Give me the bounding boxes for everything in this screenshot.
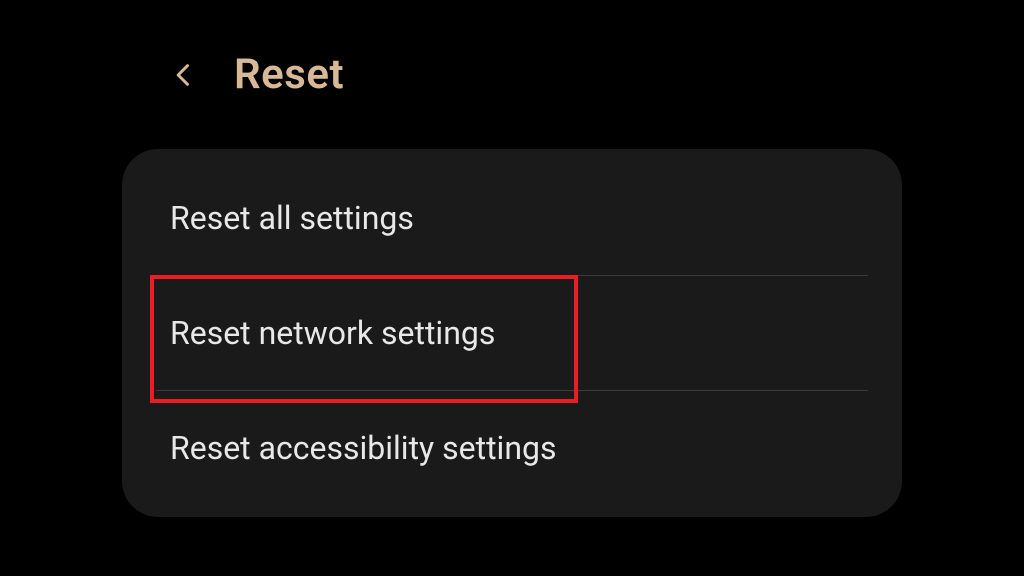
reset-network-settings-item[interactable]: Reset network settings [122, 276, 902, 390]
reset-all-settings-item[interactable]: Reset all settings [122, 161, 902, 275]
reset-options-card: Reset all settings Reset network setting… [122, 149, 902, 517]
list-item-label: Reset all settings [170, 199, 414, 237]
reset-accessibility-settings-item[interactable]: Reset accessibility settings [122, 391, 902, 505]
back-icon[interactable] [170, 61, 198, 89]
settings-screen: Reset Reset all settings Reset network s… [122, 0, 902, 576]
list-item-label: Reset accessibility settings [170, 429, 556, 467]
list-item-label: Reset network settings [170, 314, 495, 352]
page-title: Reset [234, 50, 344, 99]
header: Reset [122, 50, 902, 99]
